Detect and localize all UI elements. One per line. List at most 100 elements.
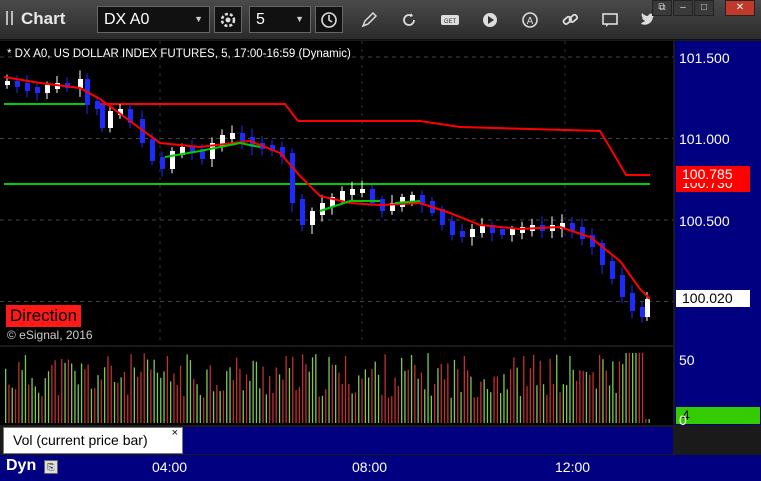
volume-bar	[21, 370, 23, 423]
volume-pane[interactable]	[0, 347, 673, 425]
volume-bar	[351, 393, 353, 423]
volume-bar	[368, 377, 370, 423]
volume-bar	[176, 385, 178, 423]
clock-icon[interactable]	[315, 6, 343, 33]
volume-bar	[371, 368, 373, 423]
grip-icon[interactable]	[6, 11, 13, 25]
volume-bar	[361, 378, 363, 423]
volume-bar	[100, 379, 102, 423]
ma-price-tag: 100.785	[676, 166, 750, 183]
mode-label[interactable]: Dyn	[6, 457, 36, 475]
volume-bar	[31, 377, 33, 423]
volume-bar	[480, 381, 482, 423]
volume-bar	[5, 368, 7, 423]
volume-bar	[467, 370, 469, 423]
volume-bar	[420, 372, 423, 423]
volume-bar	[11, 387, 13, 423]
candle	[340, 191, 345, 201]
volume-bar	[153, 359, 155, 423]
candle	[5, 81, 10, 85]
volume-bar	[278, 374, 281, 423]
time-axis-label: 04:00	[152, 459, 188, 475]
volume-bar	[173, 373, 175, 423]
symbol-input[interactable]: DX A0 ▼	[97, 6, 210, 33]
volume-bar	[424, 389, 426, 423]
volume-bar	[394, 377, 396, 423]
volume-bar	[569, 356, 571, 423]
pencil-icon[interactable]	[355, 6, 383, 33]
close-icon[interactable]: ✕	[725, 0, 755, 16]
volume-bar	[533, 354, 535, 423]
volume-bar	[74, 370, 76, 423]
volume-bar	[275, 367, 277, 423]
volume-bar	[572, 369, 574, 423]
candle	[230, 133, 235, 139]
minimize-icon[interactable]: –	[673, 0, 693, 16]
volume-bar	[519, 396, 522, 423]
volume-bar	[381, 394, 383, 423]
volume-bar	[622, 364, 624, 423]
chevron-down-icon[interactable]: ▼	[194, 7, 203, 32]
chart-header: * DX A0, US DOLLAR INDEX FUTURES, 5, 17:…	[7, 48, 351, 60]
volume-bar	[341, 383, 343, 423]
volume-bar	[94, 388, 96, 423]
settings-gear-icon[interactable]	[214, 6, 242, 33]
volume-bar	[222, 390, 225, 423]
maximize-icon[interactable]: □	[694, 0, 714, 16]
volume-bar	[632, 353, 634, 423]
volume-bar	[57, 395, 60, 423]
volume-bar	[212, 391, 215, 423]
interval-input[interactable]: 5 ▼	[249, 6, 311, 33]
volume-bar	[249, 380, 251, 423]
volume-bar	[255, 361, 258, 423]
last-price-tag: 100.020	[676, 290, 750, 307]
volume-bar	[437, 368, 439, 423]
chart-title-text: Chart	[21, 9, 66, 28]
candle	[100, 105, 105, 128]
volume-bar	[163, 371, 165, 423]
candle	[470, 229, 475, 237]
volume-bar	[443, 379, 446, 423]
volume-bar	[84, 369, 86, 423]
volume-bar	[156, 372, 159, 423]
volume-bar	[77, 384, 79, 423]
candle	[290, 153, 295, 203]
volume-bar	[127, 394, 129, 423]
link-icon[interactable]	[556, 6, 584, 33]
chevron-down-icon[interactable]: ▼	[295, 7, 304, 32]
volume-bar	[160, 377, 162, 423]
volume-bar	[529, 368, 531, 423]
refresh-icon[interactable]	[395, 6, 423, 33]
chart-mode-icon[interactable]: ⎘	[44, 460, 58, 474]
volume-bar	[110, 365, 112, 423]
svg-text:GET: GET	[444, 19, 457, 25]
play-icon[interactable]	[476, 6, 504, 33]
volume-study-tab[interactable]: Vol (current price bar) ×	[3, 427, 183, 454]
a-icon[interactable]: A	[516, 6, 544, 33]
volume-bar	[269, 376, 271, 423]
candle	[620, 275, 625, 297]
volume-bar	[434, 384, 436, 423]
volume-bar	[24, 355, 27, 423]
volume-bar	[285, 356, 287, 423]
volume-bar	[453, 359, 456, 423]
volume-bar	[575, 380, 578, 423]
restore-icon[interactable]: ⧉	[652, 0, 672, 16]
volume-bar	[87, 364, 89, 423]
comment-icon[interactable]	[596, 6, 624, 33]
candle	[35, 87, 40, 93]
close-icon[interactable]: ×	[172, 421, 178, 446]
volume-bar	[414, 364, 416, 423]
volume-bar	[80, 363, 83, 423]
volume-bar	[539, 360, 541, 423]
get-icon[interactable]: GET	[436, 6, 464, 33]
time-axis-label: 08:00	[352, 459, 388, 475]
volume-bar	[219, 391, 221, 423]
volume-bar	[348, 383, 350, 423]
price-pane[interactable]	[0, 41, 673, 345]
candle	[360, 189, 365, 193]
candle	[410, 195, 415, 201]
volume-bar	[113, 381, 116, 423]
volume-bar	[427, 353, 429, 423]
volume-bar	[556, 354, 558, 423]
